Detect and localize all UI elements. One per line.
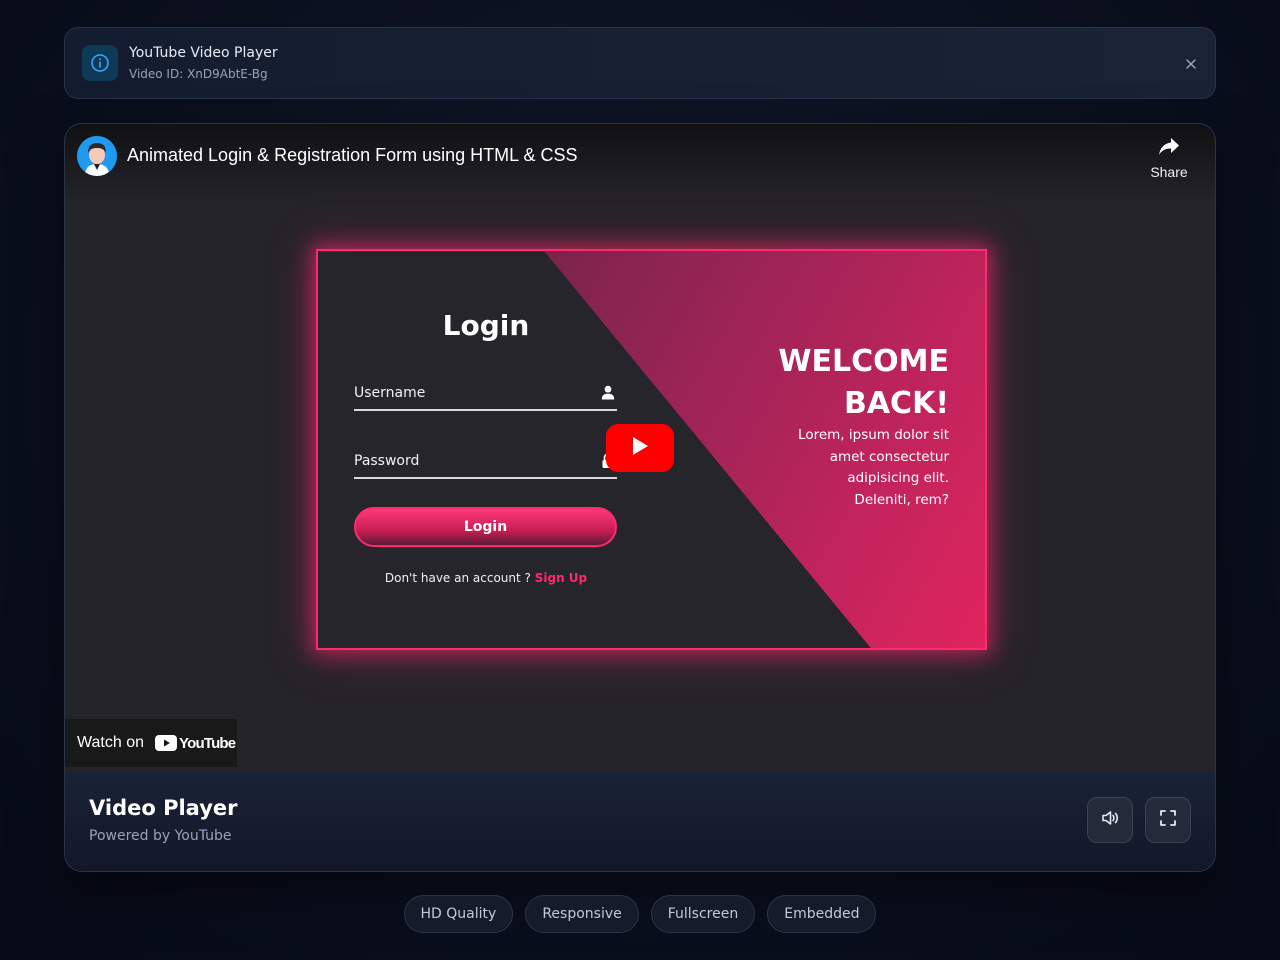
fullscreen-icon bbox=[1158, 808, 1178, 832]
user-icon bbox=[601, 385, 615, 404]
player-title: Video Player bbox=[89, 796, 238, 820]
youtube-play-logo-icon bbox=[155, 735, 177, 751]
thumbnail-lorem-line3: adipisicing elit. bbox=[847, 470, 949, 486]
watch-on-label: Watch on bbox=[77, 734, 144, 751]
tag-hd-quality: HD Quality bbox=[403, 895, 514, 933]
channel-avatar[interactable] bbox=[77, 136, 117, 176]
tag-embedded: Embedded bbox=[767, 895, 877, 933]
volume-icon bbox=[1100, 808, 1120, 832]
watch-on-youtube-button[interactable]: Watch on YouTube bbox=[65, 719, 237, 767]
tag-fullscreen: Fullscreen bbox=[650, 895, 756, 933]
thumbnail-login-button: Login bbox=[354, 507, 617, 547]
youtube-logo-text: YouTube bbox=[179, 734, 236, 752]
share-label: Share bbox=[1150, 164, 1188, 180]
thumbnail-login-title: Login bbox=[442, 309, 530, 342]
tag-responsive: Responsive bbox=[525, 895, 639, 933]
info-icon bbox=[82, 45, 118, 81]
play-icon bbox=[630, 436, 650, 460]
fullscreen-button[interactable] bbox=[1145, 797, 1191, 843]
thumbnail-welcome-heading: WELCOME BACK! bbox=[729, 341, 949, 425]
thumbnail-username-label: Username bbox=[354, 385, 426, 401]
thumbnail-lorem-line1: Lorem, ipsum dolor sit bbox=[798, 427, 949, 443]
thumbnail-welcome-text: Lorem, ipsum dolor sit amet consectetur … bbox=[759, 425, 949, 511]
thumbnail-password-field: Password bbox=[354, 449, 617, 479]
thumbnail-password-label: Password bbox=[354, 453, 420, 469]
thumbnail-signup-prompt: Don't have an account ? bbox=[384, 571, 531, 585]
share-button[interactable]: Share bbox=[1141, 136, 1197, 188]
banner-title: YouTube Video Player bbox=[129, 45, 278, 61]
banner-video-id: Video ID: XnD9AbtE-Bg bbox=[129, 67, 268, 81]
volume-button[interactable] bbox=[1087, 797, 1133, 843]
info-banner: YouTube Video Player Video ID: XnD9AbtE-… bbox=[64, 27, 1216, 99]
thumbnail-welcome-line2: BACK! bbox=[843, 386, 949, 421]
youtube-logo: YouTube bbox=[155, 734, 236, 752]
player-subtitle: Powered by YouTube bbox=[89, 828, 232, 844]
share-icon bbox=[1157, 138, 1181, 162]
thumbnail-signup-link: Sign Up bbox=[534, 571, 588, 585]
player-footer: Video Player Powered by YouTube bbox=[65, 771, 1215, 871]
play-button[interactable] bbox=[606, 424, 674, 472]
video-title-link[interactable]: Animated Login & Registration Form using… bbox=[127, 145, 578, 166]
thumbnail-lorem-line4: Deleniti, rem? bbox=[854, 491, 949, 508]
thumbnail-lorem-line2: amet consectetur bbox=[829, 448, 949, 465]
close-icon[interactable] bbox=[1181, 54, 1201, 74]
youtube-embed[interactable]: Login Username Password Login Don't have… bbox=[65, 124, 1215, 771]
thumbnail-username-field: Username bbox=[354, 381, 617, 411]
video-player-card: Login Username Password Login Don't have… bbox=[64, 123, 1216, 872]
thumbnail-welcome-line1: WELCOME bbox=[778, 344, 949, 379]
feature-tags: HD Quality Responsive Fullscreen Embedde… bbox=[0, 895, 1280, 933]
thumbnail-signup-line: Don't have an account ? Sign Up bbox=[318, 571, 654, 585]
